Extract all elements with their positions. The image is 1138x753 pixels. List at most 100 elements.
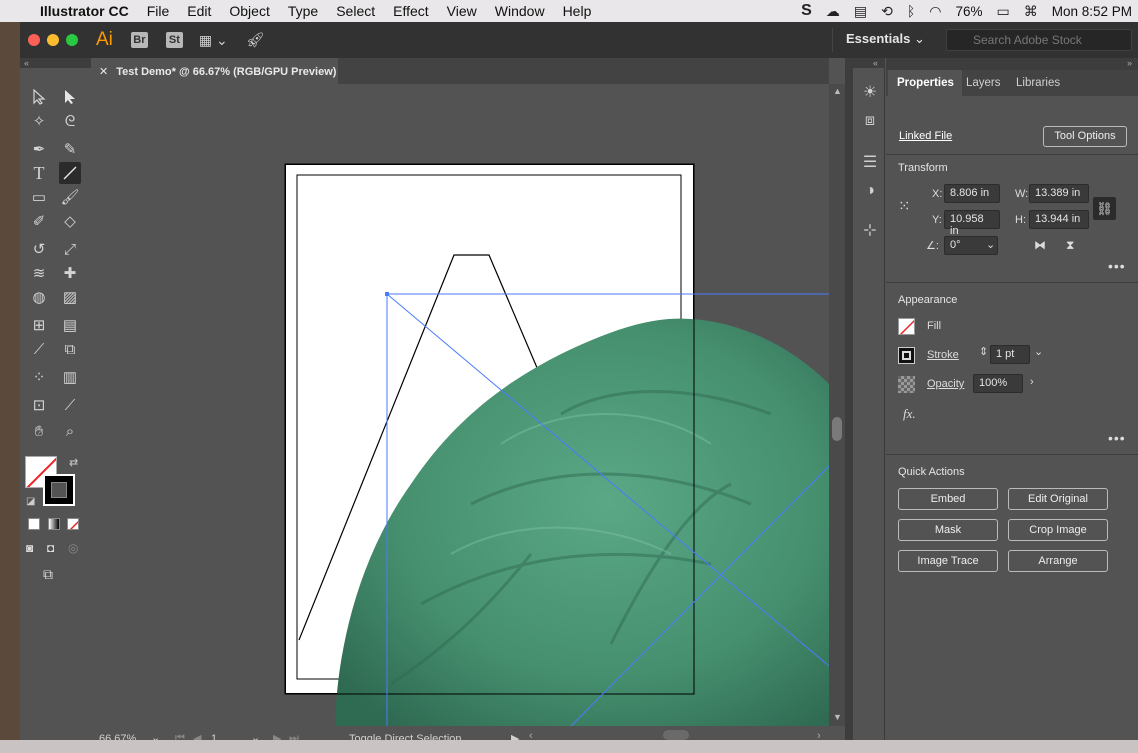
eraser-tool-icon[interactable]: ◇ [59,210,81,232]
curvature-tool-icon[interactable]: ✎ [59,138,81,160]
rotate-dropdown-icon[interactable]: ⌄ [986,238,995,251]
skype-icon[interactable]: S [801,2,812,20]
menu-effect[interactable]: Effect [384,3,438,19]
draw-behind-icon[interactable]: ◘ [47,541,54,555]
collapse-panel-icon[interactable]: » [886,58,1138,70]
stroke-weight-field[interactable]: 1 pt [990,345,1030,364]
menu-view[interactable]: View [438,3,486,19]
stroke-color-swatch[interactable] [898,347,915,364]
w-field[interactable]: 13.389 in [1029,184,1089,203]
reference-point-icon[interactable]: ⁙ [898,198,916,216]
h-field[interactable]: 13.944 in [1029,210,1089,229]
close-window-button[interactable] [28,34,40,46]
symbol-sprayer-tool-icon[interactable]: ⁘ [28,366,50,388]
menu-object[interactable]: Object [220,3,278,19]
more-appearance-options-icon[interactable]: ••• [1108,430,1126,446]
vertical-scroll-thumb[interactable] [832,417,842,441]
embed-button[interactable]: Embed [898,488,998,510]
minimize-window-button[interactable] [47,34,59,46]
stroke-stepper-icon[interactable]: ⇕ [979,345,988,358]
edit-original-button[interactable]: Edit Original [1008,488,1108,510]
direct-selection-tool-icon[interactable] [59,86,81,108]
linked-file-link[interactable]: Linked File [899,130,952,142]
shaper-tool-icon[interactable]: ✐ [28,210,50,232]
arrange-documents-icon[interactable]: ▦ ⌄ [199,32,228,49]
scroll-up-icon[interactable]: ▲ [833,86,842,96]
paintbrush-tool-icon[interactable]: 🖌︎ [59,186,81,208]
search-stock-input[interactable]: Search Adobe Stock [946,29,1132,51]
transform-panel-icon[interactable]: ⊹ [859,220,881,242]
vertical-scrollbar[interactable]: ▲ ▼ [829,84,845,726]
rectangle-tool-icon[interactable]: ▭ [28,186,50,208]
rotate-tool-icon[interactable]: ↺ [28,238,50,260]
flip-horizontal-icon[interactable]: ⧓ [1034,238,1046,252]
y-field[interactable]: 10.958 in [944,210,1000,237]
flip-vertical-icon[interactable]: ⧗ [1066,238,1074,253]
opacity-field[interactable]: 100% [973,374,1023,393]
menu-extra-icon[interactable]: ▤ [854,3,867,20]
close-tab-icon[interactable]: ✕ [99,66,108,78]
time-machine-icon[interactable]: ⟲ [881,3,893,20]
zoom-tool-icon[interactable]: ⌕ [59,420,81,442]
fill-none-swatch[interactable] [898,318,915,335]
tab-layers[interactable]: Layers [966,70,1001,96]
line-segment-tool-icon[interactable] [59,162,81,184]
none-mode-icon[interactable] [67,518,79,530]
lasso-tool-icon[interactable]: ᘓ [59,110,81,132]
shape-builder-tool-icon[interactable]: ◍ [28,286,50,308]
tab-properties[interactable]: Properties [888,70,962,96]
magic-wand-tool-icon[interactable]: ✧ [28,110,50,132]
opacity-expand-icon[interactable]: › [1030,376,1034,388]
opacity-label[interactable]: Opacity [927,378,964,390]
perspective-grid-tool-icon[interactable]: ▨ [59,286,81,308]
width-tool-icon[interactable]: ≋ [28,262,50,284]
tab-libraries[interactable]: Libraries [1016,70,1060,96]
creative-cloud-icon[interactable]: ☁ [826,3,840,20]
brightness-panel-icon[interactable]: ☀ [859,82,881,104]
menu-window[interactable]: Window [486,3,554,19]
crop-image-button[interactable]: Crop Image [1008,519,1108,541]
opacity-swatch[interactable] [898,376,915,393]
selection-anchor-handle[interactable] [385,292,389,296]
menu-app-name[interactable]: Illustrator CC [30,3,138,19]
stroke-label[interactable]: Stroke [927,349,959,361]
document-tab[interactable]: ✕ Test Demo* @ 66.67% (RGB/GPU Preview) [91,58,338,84]
puppet-warp-tool-icon[interactable]: ✚ [59,262,81,284]
blend-tool-icon[interactable]: ⧉ [59,338,81,360]
draw-normal-icon[interactable]: ◙ [26,541,33,555]
column-graph-tool-icon[interactable]: ▥ [59,366,81,388]
wifi-icon[interactable]: ◠ [929,3,941,20]
gradient-mode-icon[interactable] [48,518,60,530]
battery-icon[interactable]: ▭ [996,3,1009,20]
asset-export-icon[interactable]: ⧈ [859,110,881,132]
artboard-tool-icon[interactable]: ⊡ [28,394,50,416]
color-mode-icon[interactable] [28,518,40,530]
x-field[interactable]: 8.806 in [944,184,1000,203]
beanbag-image[interactable] [335,318,829,726]
tool-options-button[interactable]: Tool Options [1043,126,1127,147]
scroll-down-icon[interactable]: ▼ [833,712,842,722]
screen-mode-icon[interactable]: ⧉ [43,566,53,583]
stroke-dropdown-icon[interactable]: ⌄ [1034,345,1043,358]
gradient-tool-icon[interactable]: ▤ [59,314,81,336]
collapse-tools-icon[interactable]: « [20,58,91,68]
bridge-button[interactable]: Br [130,32,148,48]
hand-tool-icon[interactable]: ✋︎ [28,420,50,442]
clock[interactable]: Mon 8:52 PM [1052,4,1132,19]
fx-button[interactable]: fx. [903,406,916,422]
menu-type[interactable]: Type [279,3,327,19]
horizontal-scroll-thumb[interactable] [663,730,689,740]
mask-button[interactable]: Mask [898,519,998,541]
gpu-performance-icon[interactable]: 🚀︎ [246,31,265,49]
more-transform-options-icon[interactable]: ••• [1108,258,1126,274]
workspace-switcher[interactable]: Essentials ⌄ [846,31,925,47]
bluetooth-icon[interactable]: ᛒ [907,3,915,19]
stock-button[interactable]: St [165,32,183,48]
swap-fill-stroke-icon[interactable]: ⇄ [69,456,78,469]
align-panel-icon[interactable]: ☰ [859,152,881,174]
expand-panels-icon[interactable]: « [853,58,885,68]
slice-tool-icon[interactable]: ⟋ [59,394,81,416]
arrange-button[interactable]: Arrange [1008,550,1108,572]
canvas-area[interactable] [91,84,829,726]
image-trace-button[interactable]: Image Trace [898,550,998,572]
